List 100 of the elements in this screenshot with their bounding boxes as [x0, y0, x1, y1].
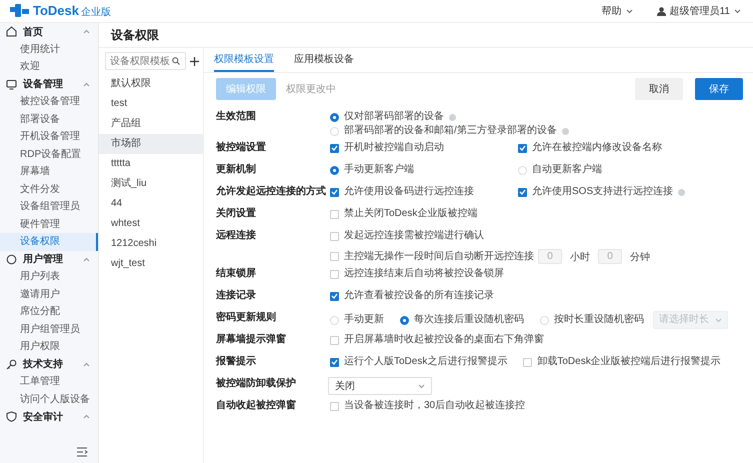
help-menu[interactable]: 帮助 — [602, 4, 633, 18]
logo-icon — [10, 4, 30, 18]
tab[interactable]: 权限模板设置 — [214, 48, 274, 72]
checkbox[interactable] — [330, 144, 339, 152]
sidebar-item[interactable]: 设备权限 — [0, 233, 98, 250]
help-icon[interactable] — [562, 128, 569, 134]
template-item[interactable]: 44 — [99, 194, 203, 214]
setting-label: 密码更新规则 — [216, 310, 277, 325]
user-menu[interactable]: 超级管理员11 — [656, 4, 741, 18]
option-label: 发起远控连接需被控端进行确认 — [344, 229, 484, 243]
sidebar-item[interactable]: 用户组管理员 — [0, 320, 98, 338]
checkbox[interactable] — [330, 232, 339, 240]
caret-icon — [83, 29, 90, 34]
option-label: 卸载ToDesk企业版被控端后进行报警提示 — [537, 355, 721, 369]
collapse-menu-icon[interactable] — [76, 447, 88, 457]
template-item[interactable]: ttttta — [99, 154, 203, 174]
option-label: 运行个人版ToDesk之后进行报警提示 — [344, 355, 508, 369]
sidebar-item[interactable]: RDP设备配置 — [0, 146, 98, 163]
template-item[interactable]: 产品组 — [99, 114, 203, 134]
page-title: 设备权限 — [111, 26, 159, 44]
sidebar-item[interactable]: 邀请用户 — [0, 286, 98, 303]
search-field[interactable]: 设备权限模板 — [105, 52, 186, 70]
sidebar-item[interactable]: 访问个人版设备 — [0, 390, 98, 408]
sidebar-item[interactable]: 席位分配 — [0, 303, 98, 320]
checkbox[interactable] — [330, 358, 339, 366]
sidebar-item[interactable]: 部署设备 — [0, 110, 98, 128]
setting-label: 连接记录 — [216, 288, 257, 303]
option-label: 部署码部署的设备和邮箱/第三方登录部署的设备 — [344, 124, 557, 138]
setting-label: 允许发起远控连接的方式 — [216, 184, 327, 199]
sidebar-item[interactable]: 设备组管理员 — [0, 198, 98, 216]
template-item[interactable]: 市场部 — [99, 134, 203, 154]
checkbox[interactable] — [523, 358, 532, 366]
radio-button[interactable] — [330, 166, 339, 174]
checkbox[interactable] — [330, 270, 339, 278]
sidebar-item[interactable]: 用户权限 — [0, 338, 98, 356]
sidebar-item[interactable]: 屏幕墙 — [0, 163, 98, 180]
template-item[interactable]: 默认权限 — [99, 74, 203, 94]
checkbox[interactable] — [330, 210, 339, 218]
template-item[interactable]: 1212ceshi — [99, 234, 203, 254]
setting-label: 被控端防卸载保护 — [216, 376, 297, 391]
sidebar-item[interactable]: 工单管理 — [0, 373, 98, 390]
sidebar-item[interactable]: 使用统计 — [0, 40, 98, 58]
template-item[interactable]: test — [99, 94, 203, 114]
option-label: 按时长重设随机密码 — [554, 313, 644, 327]
sidebar-item[interactable]: 用户列表 — [0, 268, 98, 286]
template-item[interactable]: wjt_test — [99, 254, 203, 274]
sidebar-group[interactable]: 用户管理 — [0, 250, 98, 268]
protection-dropdown[interactable]: 关闭 — [328, 377, 432, 395]
setting-label: 被控端设置 — [216, 140, 267, 155]
logo-subtitle: 企业版 — [81, 6, 111, 19]
option-label: 自动更新客户端 — [532, 163, 602, 177]
caret-icon — [83, 82, 90, 87]
template-item[interactable]: 测试_liu — [99, 174, 203, 194]
checkbox[interactable] — [330, 252, 339, 261]
tab[interactable]: 应用模板设备 — [294, 48, 354, 72]
home-icon — [6, 26, 17, 38]
sidebar-group[interactable]: 安全审计 — [0, 408, 98, 426]
add-icon[interactable] — [190, 56, 199, 66]
caret-icon — [83, 362, 90, 367]
checkbox[interactable] — [518, 144, 527, 152]
template-item[interactable]: whtest — [99, 214, 203, 234]
sidebar-item[interactable]: 被控设备管理 — [0, 93, 98, 110]
radio-button[interactable] — [330, 112, 339, 122]
option-label: 当设备被连接时，30后自动收起被连接控 — [344, 399, 526, 413]
unit-label: 分钟 — [630, 250, 650, 264]
caret-icon — [734, 8, 741, 14]
sidebar-group[interactable]: 技术支持 — [0, 356, 98, 373]
option-label: 主控端无操作一段时间后自动断开远控连接 — [344, 250, 534, 264]
unit-label: 小时 — [570, 250, 590, 264]
number-field[interactable]: 0 — [598, 249, 622, 264]
number-field[interactable]: 0 — [538, 249, 562, 264]
caret-icon — [83, 414, 90, 420]
key-icon — [6, 358, 17, 370]
sidebar-item[interactable]: 欢迎 — [0, 58, 98, 76]
shield-icon — [6, 411, 17, 422]
checkbox[interactable] — [330, 188, 339, 196]
caret-icon — [418, 384, 425, 388]
sidebar-item[interactable]: 文件分发 — [0, 180, 98, 198]
caret-icon — [715, 318, 722, 322]
sidebar-item[interactable]: 开机设备管理 — [0, 128, 98, 146]
sidebar-item[interactable]: 硬件管理 — [0, 216, 98, 233]
setting-label: 关闭设置 — [216, 206, 257, 221]
option-label: 允许在被控端内修改设备名称 — [532, 141, 662, 155]
option-label: 开机时被控端自动启动 — [344, 141, 444, 155]
caret-icon — [626, 8, 633, 14]
setting-label: 报警提示 — [216, 354, 257, 369]
option-label: 允许使用设备码进行远控连接 — [344, 185, 474, 199]
checkbox[interactable] — [330, 292, 339, 300]
sidebar-group[interactable]: 首页 — [0, 23, 98, 40]
checkbox[interactable] — [330, 336, 339, 344]
checkbox[interactable] — [330, 402, 339, 410]
help-icon[interactable] — [449, 114, 456, 120]
radio-button[interactable] — [400, 316, 409, 324]
cancel-button[interactable]: 取消 — [635, 78, 683, 100]
sidebar-group[interactable]: 设备管理 — [0, 76, 98, 93]
help-icon[interactable] — [678, 188, 686, 196]
logo-text: ToDesk — [33, 3, 79, 18]
checkbox[interactable] — [518, 188, 527, 196]
setting-label: 远程连接 — [216, 228, 257, 243]
save-button[interactable]: 保存 — [695, 78, 743, 100]
